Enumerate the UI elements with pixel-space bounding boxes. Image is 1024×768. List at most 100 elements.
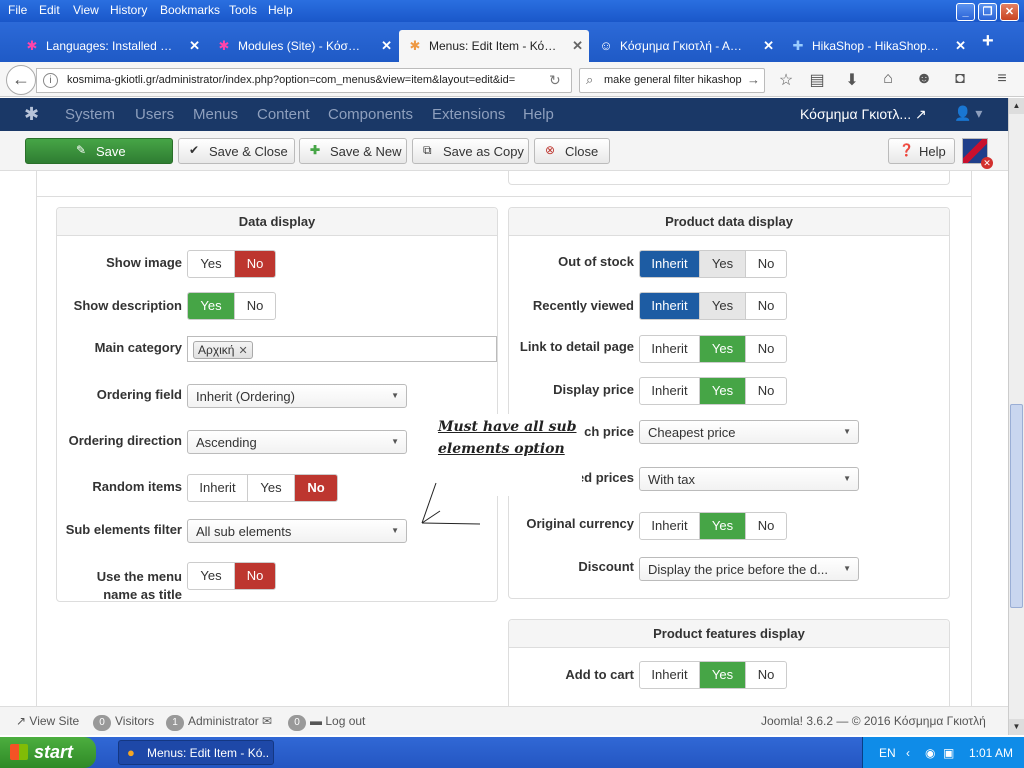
show-image-no[interactable]: No bbox=[235, 251, 275, 277]
ordering-field-select[interactable]: Inherit (Ordering) ▼ bbox=[187, 384, 407, 408]
menu-edit[interactable]: Edit bbox=[39, 3, 60, 17]
view-site-link[interactable]: ↗ View Site bbox=[16, 714, 79, 728]
network-icon[interactable]: ▣ bbox=[943, 746, 954, 760]
emoji-icon[interactable]: ☻ bbox=[913, 70, 935, 88]
back-button[interactable]: ← bbox=[6, 65, 36, 95]
add-to-cart-no[interactable]: No bbox=[746, 662, 786, 688]
link-detail-no[interactable]: No bbox=[746, 336, 786, 362]
close-tab-icon[interactable]: ✕ bbox=[189, 38, 200, 54]
remove-chip-icon[interactable]: ✕ bbox=[238, 345, 247, 357]
tab-languages[interactable]: ✱ Languages: Installed (Ad... ✕ bbox=[16, 30, 206, 62]
menu-history[interactable]: History bbox=[110, 3, 147, 17]
tab-site-home[interactable]: ☺ Κόσμημα Γκιοτλή - Αρχική ✕ bbox=[590, 30, 780, 62]
nav-users[interactable]: Users bbox=[135, 106, 174, 123]
new-tab-button[interactable]: + bbox=[982, 30, 994, 53]
minimize-button[interactable]: _ bbox=[956, 3, 975, 21]
close-tab-icon[interactable]: ✕ bbox=[381, 38, 392, 54]
nav-components[interactable]: Components bbox=[328, 106, 413, 123]
home-icon[interactable]: ⌂ bbox=[877, 70, 899, 88]
main-category-input[interactable]: Αρχική ✕ bbox=[187, 336, 497, 362]
start-button[interactable]: start bbox=[0, 737, 96, 768]
original-currency-yes[interactable]: Yes bbox=[700, 513, 746, 539]
administrator-status[interactable]: 1 Administrator ✉ bbox=[166, 714, 272, 731]
scroll-up-arrow-icon[interactable]: ▲ bbox=[1009, 98, 1024, 114]
original-currency-no[interactable]: No bbox=[746, 513, 786, 539]
save-as-copy-button[interactable]: ⧉ Save as Copy bbox=[412, 138, 529, 164]
url-bar[interactable]: i kosmima-gkiotli.gr/administrator/index… bbox=[36, 68, 572, 93]
link-detail-inherit[interactable]: Inherit bbox=[640, 336, 700, 362]
close-button[interactable]: ⊗ Close bbox=[534, 138, 610, 164]
nav-content[interactable]: Content bbox=[257, 106, 310, 123]
scroll-down-arrow-icon[interactable]: ▼ bbox=[1009, 719, 1024, 735]
pocket-icon[interactable]: ◘ bbox=[949, 70, 971, 88]
close-tab-icon[interactable]: ✕ bbox=[955, 38, 966, 54]
display-price-inherit[interactable]: Inherit bbox=[640, 378, 700, 404]
out-of-stock-no[interactable]: No bbox=[746, 251, 786, 277]
tab-hikashop[interactable]: ✚ HikaShop - HikaShop - To... ✕ bbox=[782, 30, 972, 62]
download-icon[interactable]: ⬇ bbox=[841, 70, 863, 90]
menu-help[interactable]: Help bbox=[268, 3, 293, 17]
info-icon[interactable]: i bbox=[43, 73, 58, 88]
use-menu-name-no[interactable]: No bbox=[235, 563, 275, 589]
recently-viewed-yes[interactable]: Yes bbox=[700, 293, 746, 319]
save-close-button[interactable]: ✔ Save & Close bbox=[178, 138, 295, 164]
save-button[interactable]: ✎ Save bbox=[25, 138, 173, 164]
hamburger-menu-icon[interactable]: ≡ bbox=[991, 70, 1013, 88]
display-price-no[interactable]: No bbox=[746, 378, 786, 404]
link-detail-yes[interactable]: Yes bbox=[700, 336, 746, 362]
close-window-button[interactable]: ✕ bbox=[1000, 3, 1019, 21]
close-tab-icon[interactable]: ✕ bbox=[572, 38, 583, 54]
language-indicator[interactable]: EN bbox=[879, 746, 896, 760]
menu-tools[interactable]: Tools bbox=[229, 3, 257, 17]
out-of-stock-inherit[interactable]: Inherit bbox=[640, 251, 700, 277]
maximize-button[interactable]: ❐ bbox=[978, 3, 997, 21]
joomla-logo-icon[interactable]: ✱ bbox=[24, 104, 39, 125]
tray-chevron-icon[interactable]: ‹ bbox=[906, 746, 910, 760]
site-name-link[interactable]: Κόσμημα Γκιοτλ... ↗ bbox=[800, 106, 927, 123]
nav-extensions[interactable]: Extensions bbox=[432, 106, 505, 123]
taskbar-firefox-item[interactable]: ● Menus: Edit Item - Kó... bbox=[118, 740, 274, 765]
show-description-yes[interactable]: Yes bbox=[188, 293, 235, 319]
menu-bookmarks[interactable]: Bookmarks bbox=[160, 3, 220, 17]
recently-viewed-inherit[interactable]: Inherit bbox=[640, 293, 700, 319]
discount-select[interactable]: Display the price before the d... ▼ bbox=[639, 557, 859, 581]
nav-help[interactable]: Help bbox=[523, 106, 554, 123]
nav-system[interactable]: System bbox=[65, 106, 115, 123]
taxed-prices-select[interactable]: With tax ▼ bbox=[639, 467, 859, 491]
bookmark-star-icon[interactable]: ☆ bbox=[775, 70, 797, 90]
random-items-no[interactable]: No bbox=[295, 475, 337, 501]
user-menu-icon[interactable]: 👤 ▾ bbox=[954, 105, 982, 122]
sub-elements-filter-select[interactable]: All sub elements ▼ bbox=[187, 519, 407, 543]
out-of-stock-yes[interactable]: Yes bbox=[700, 251, 746, 277]
original-currency-inherit[interactable]: Inherit bbox=[640, 513, 700, 539]
display-price-yes[interactable]: Yes bbox=[700, 378, 746, 404]
tab-modules[interactable]: ✱ Modules (Site) - Κόσμημα ... ✕ bbox=[208, 30, 398, 62]
ordering-direction-select[interactable]: Ascending ▼ bbox=[187, 430, 407, 454]
reload-icon[interactable]: ↻ bbox=[549, 72, 561, 89]
show-image-yes[interactable]: Yes bbox=[188, 251, 235, 277]
recently-viewed-no[interactable]: No bbox=[746, 293, 786, 319]
nav-menus[interactable]: Menus bbox=[193, 106, 238, 123]
random-items-yes[interactable]: Yes bbox=[248, 475, 295, 501]
add-to-cart-yes[interactable]: Yes bbox=[700, 662, 746, 688]
arrow-right-icon[interactable]: → bbox=[747, 72, 760, 87]
tray-app-icon[interactable]: ◉ bbox=[925, 746, 935, 760]
visitors-status[interactable]: 0 Visitors bbox=[93, 714, 154, 731]
menu-file[interactable]: File bbox=[8, 3, 27, 17]
reading-list-icon[interactable]: ▤ bbox=[806, 70, 828, 90]
tab-menus-edit-item[interactable]: ✱ Menus: Edit Item - Κόσμη... ✕ bbox=[399, 30, 589, 62]
search-input[interactable]: ⌕ make general filter hikashop → bbox=[579, 68, 765, 93]
help-button[interactable]: ❓ Help bbox=[888, 138, 955, 164]
show-description-no[interactable]: No bbox=[235, 293, 275, 319]
close-tab-icon[interactable]: ✕ bbox=[763, 38, 774, 54]
menu-view[interactable]: View bbox=[73, 3, 99, 17]
add-to-cart-inherit[interactable]: Inherit bbox=[640, 662, 700, 688]
uk-flag-icon[interactable]: ✕ bbox=[962, 138, 993, 169]
save-new-button[interactable]: ✚ Save & New bbox=[299, 138, 407, 164]
messages-status[interactable]: 0 ▬ Log out bbox=[288, 714, 365, 731]
random-items-inherit[interactable]: Inherit bbox=[188, 475, 248, 501]
use-menu-name-yes[interactable]: Yes bbox=[188, 563, 235, 589]
price-select[interactable]: Cheapest price ▼ bbox=[639, 420, 859, 444]
vertical-scrollbar[interactable]: ▲ ▼ bbox=[1008, 98, 1024, 735]
scroll-thumb[interactable] bbox=[1010, 404, 1023, 608]
